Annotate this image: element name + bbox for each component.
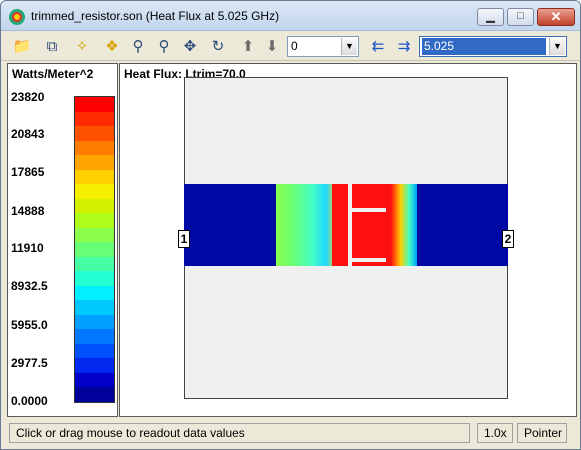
zoom-in-icon[interactable]: ⚲ [127,36,149,56]
level-select[interactable]: 0 ▼ [287,36,359,57]
zoom-level: 1.0x [477,423,513,443]
frequency-select[interactable]: 5.025 ▼ [419,36,567,57]
toolbar: 📁 ⧉ ✧ ❖ ⚲ ⚲ ✥ ↻ ⬆ ⬇ 0 ▼ ⇇ ⇉ 5.025 ▼ [1,31,580,61]
status-bar: Click or drag mouse to readout data valu… [1,419,580,449]
colorbar-tick-label: 0.0000 [11,394,48,408]
colorbar-tick-label: 17865 [11,165,45,179]
frequency-value: 5.025 [422,38,546,55]
colorbar-tick-label: 2977.5 [11,356,48,370]
strip-left-cold [184,184,276,266]
open-icon[interactable]: 📁 [11,36,33,56]
colorbar-panel: Watts/Meter^2 23820 20843 17865 14888 11… [7,63,118,417]
minimize-icon: ▁ [486,11,495,23]
colorbar-tick-label: 5955.0 [11,318,48,332]
colorbar-tick-label: 11910 [11,241,44,255]
chevron-down-icon[interactable]: ▼ [341,38,357,55]
rotate-icon[interactable]: ↻ [207,36,229,56]
close-icon: ✕ [550,9,562,24]
colorbar-band [75,387,114,402]
colorbar-tick-label: 14888 [11,204,45,218]
colorbar [74,96,115,403]
freq-prev-icon[interactable]: ⇇ [367,36,389,56]
plot-panel[interactable]: Heat Flux: Ltrim=70.0 1 2 [119,63,577,417]
level-value: 0 [291,39,298,53]
minimize-button[interactable]: ▁ [477,8,504,26]
copy-icon[interactable]: ⧉ [41,36,63,56]
port-label-2[interactable]: 2 [502,230,514,248]
port-label-1[interactable]: 1 [178,230,190,248]
close-button[interactable]: ✕ [537,8,575,26]
zoom-out-icon[interactable]: ⚲ [153,36,175,56]
colorbar-tick-label: 23820 [11,90,45,104]
strip-hot-core-left [332,184,348,266]
level-up-icon[interactable]: ⬆ [237,36,259,56]
trim-cut-top [348,184,352,209]
strip-right-cold [417,184,508,266]
maximize-button[interactable]: □ [507,8,534,26]
strip-right-gradient [352,184,417,266]
title-bar[interactable]: trimmed_resistor.son (Heat Flux at 5.025… [1,1,580,31]
trim-slot-top [352,208,386,212]
colorbar-tick-label: 8932.5 [11,279,48,293]
freq-next-icon[interactable]: ⇉ [393,36,415,56]
pan-icon[interactable]: ✥ [179,36,201,56]
app-icon [9,9,25,25]
window-title: trimmed_resistor.son (Heat Flux at 5.025… [31,9,280,23]
app-window: trimmed_resistor.son (Heat Flux at 5.025… [0,0,581,450]
mode-indicator: Pointer [517,423,567,443]
colorbar-units: Watts/Meter^2 [12,67,94,81]
level-down-icon[interactable]: ⬇ [261,36,283,56]
maximize-icon: □ [517,10,524,22]
trim-cut-bottom [348,246,352,266]
3d-view-icon[interactable]: ❖ [101,36,123,56]
new-view-icon[interactable]: ✧ [71,36,93,56]
status-message: Click or drag mouse to readout data valu… [9,423,470,443]
trim-slot-bottom [352,258,386,262]
chevron-down-icon[interactable]: ▼ [549,38,565,55]
colorbar-tick-label: 20843 [11,127,45,141]
